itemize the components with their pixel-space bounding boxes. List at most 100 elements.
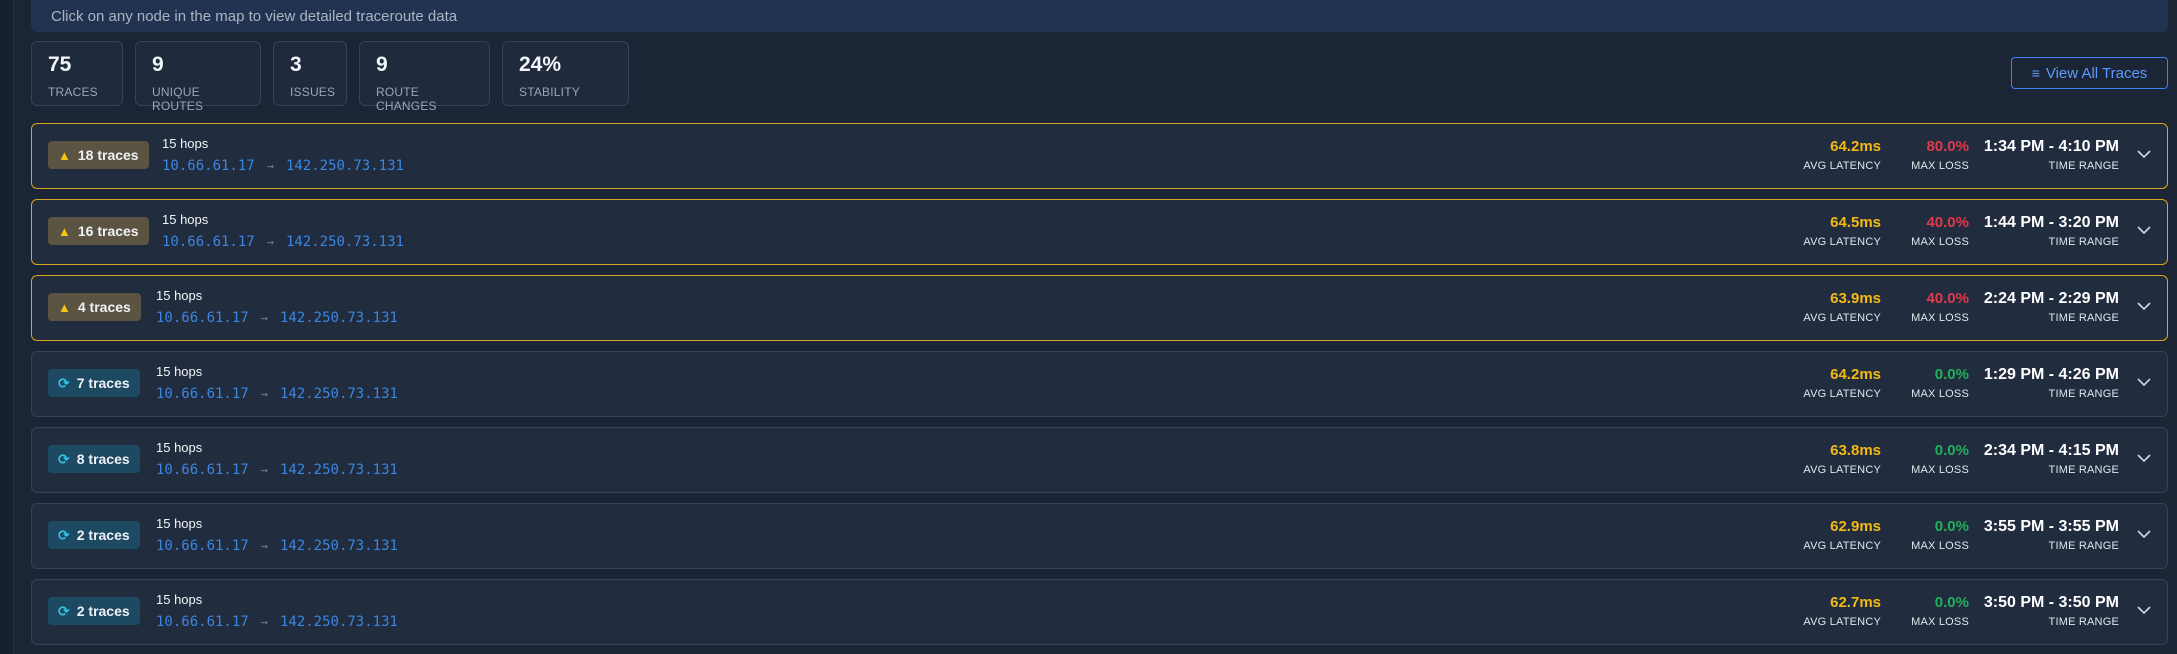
trace-count: 18 traces xyxy=(77,147,139,163)
stat-route-changes: 9 ROUTE CHANGES xyxy=(359,41,490,113)
chevron-down-icon[interactable] xyxy=(2137,222,2151,240)
avg-latency: 62.7ms AVG LATENCY xyxy=(1803,594,1881,628)
info-banner: Click on any node in the map to view det… xyxy=(31,0,2168,32)
trace-count-badge: ▲ 18 traces xyxy=(48,141,149,169)
stat-value: 75 xyxy=(48,53,72,76)
avg-latency: 63.8ms AVG LATENCY xyxy=(1803,442,1881,476)
latency-label: AVG LATENCY xyxy=(1803,540,1881,552)
hop-count: 15 hops xyxy=(156,592,203,607)
trace-count-badge: ⟳ 7 traces xyxy=(48,369,140,397)
time-range-value: 1:29 PM - 4:26 PM xyxy=(1983,366,2119,383)
hop-count: 15 hops xyxy=(156,440,203,455)
time-range-label: TIME RANGE xyxy=(2048,160,2119,172)
arrow-right-icon: → xyxy=(260,463,268,477)
latency-label: AVG LATENCY xyxy=(1803,388,1881,400)
trace-count-badge: ⟳ 8 traces xyxy=(48,445,140,473)
max-loss: 0.0% MAX LOSS xyxy=(1911,518,1969,552)
latency-label: AVG LATENCY xyxy=(1803,464,1881,476)
arrow-right-icon: → xyxy=(260,539,268,553)
avg-latency: 64.2ms AVG LATENCY xyxy=(1803,366,1881,400)
route-row[interactable]: ⟳ 8 traces 15 hops 10.66.61.17 → 142.250.73.1… xyxy=(31,427,2168,493)
chevron-down-icon[interactable] xyxy=(2137,450,2151,468)
latency-label: AVG LATENCY xyxy=(1803,236,1881,248)
warning-icon: ▲ xyxy=(58,147,71,163)
destination-ip: 142.250.73.131 xyxy=(279,310,398,326)
source-ip: 10.66.61.17 xyxy=(156,614,249,630)
max-loss: 0.0% MAX LOSS xyxy=(1911,366,1969,400)
max-loss: 0.0% MAX LOSS xyxy=(1911,442,1969,476)
destination-ip: 142.250.73.131 xyxy=(279,538,398,554)
route-row[interactable]: ▲ 4 traces 15 hops 10.66.61.17 → 142.250.73.1… xyxy=(31,275,2168,341)
avg-latency: 62.9ms AVG LATENCY xyxy=(1803,518,1881,552)
refresh-icon: ⟳ xyxy=(58,526,70,543)
time-range-label: TIME RANGE xyxy=(2048,236,2119,248)
time-range-value: 2:34 PM - 4:15 PM xyxy=(1983,442,2119,459)
time-range-label: TIME RANGE xyxy=(2048,540,2119,552)
time-range-value: 3:55 PM - 3:55 PM xyxy=(1983,518,2119,535)
loss-value: 0.0% xyxy=(1934,518,1969,535)
latency-label: AVG LATENCY xyxy=(1803,616,1881,628)
route-path: 10.66.61.17 → 142.250.73.131 xyxy=(156,614,398,630)
destination-ip: 142.250.73.131 xyxy=(279,462,398,478)
trace-count: 4 traces xyxy=(77,299,131,315)
stat-label: STABILITY xyxy=(519,85,580,99)
banner-text: Click on any node in the map to view det… xyxy=(51,7,458,25)
route-path: 10.66.61.17 → 142.250.73.131 xyxy=(156,310,398,326)
arrow-right-icon: → xyxy=(260,387,268,401)
chevron-down-icon[interactable] xyxy=(2137,298,2151,316)
source-ip: 10.66.61.17 xyxy=(156,386,249,402)
view-all-traces-button[interactable]: ≡ View All Traces xyxy=(2011,57,2168,89)
max-loss: 80.0% MAX LOSS xyxy=(1911,138,1969,172)
route-row[interactable]: ▲ 16 traces 15 hops 10.66.61.17 → 142.250.73.… xyxy=(31,199,2168,265)
loss-label: MAX LOSS xyxy=(1911,312,1969,324)
warning-icon: ▲ xyxy=(58,223,71,239)
time-range: 1:29 PM - 4:26 PM TIME RANGE xyxy=(1984,366,2119,400)
arrow-right-icon: → xyxy=(260,311,268,325)
route-path: 10.66.61.17 → 142.250.73.131 xyxy=(156,386,398,402)
destination-ip: 142.250.73.131 xyxy=(279,386,398,402)
list-icon: ≡ xyxy=(2031,65,2040,81)
loss-value: 0.0% xyxy=(1934,366,1969,383)
route-row[interactable]: ⟳ 2 traces 15 hops 10.66.61.17 → 142.250.73.1… xyxy=(31,503,2168,569)
max-loss: 0.0% MAX LOSS xyxy=(1911,594,1969,628)
stat-value: 9 xyxy=(376,53,388,76)
chevron-down-icon[interactable] xyxy=(2137,526,2151,544)
route-row[interactable]: ▲ 18 traces 15 hops 10.66.61.17 → 142.250.73.… xyxy=(31,123,2168,189)
trace-count: 7 traces xyxy=(76,375,130,391)
destination-ip: 142.250.73.131 xyxy=(285,158,404,174)
max-loss: 40.0% MAX LOSS xyxy=(1911,290,1969,324)
source-ip: 10.66.61.17 xyxy=(162,158,255,174)
route-row[interactable]: ⟳ 7 traces 15 hops 10.66.61.17 → 142.250.73.1… xyxy=(31,351,2168,417)
route-path: 10.66.61.17 → 142.250.73.131 xyxy=(156,538,398,554)
loss-value: 0.0% xyxy=(1934,594,1969,611)
source-ip: 10.66.61.17 xyxy=(156,310,249,326)
loss-value: 40.0% xyxy=(1926,214,1969,231)
arrow-right-icon: → xyxy=(266,159,274,173)
chevron-down-icon[interactable] xyxy=(2137,602,2151,620)
warning-icon: ▲ xyxy=(58,299,71,315)
chevron-down-icon[interactable] xyxy=(2137,146,2151,164)
avg-latency: 63.9ms AVG LATENCY xyxy=(1803,290,1881,324)
refresh-icon: ⟳ xyxy=(58,602,70,619)
avg-latency: 64.2ms AVG LATENCY xyxy=(1803,138,1881,172)
hop-count: 15 hops xyxy=(156,364,203,379)
time-range-label: TIME RANGE xyxy=(2048,312,2119,324)
latency-label: AVG LATENCY xyxy=(1803,312,1881,324)
time-range: 1:44 PM - 3:20 PM TIME RANGE xyxy=(1984,214,2119,248)
route-row[interactable]: ⟳ 2 traces 15 hops 10.66.61.17 → 142.250.73.1… xyxy=(31,579,2168,645)
destination-ip: 142.250.73.131 xyxy=(279,614,398,630)
hop-count: 15 hops xyxy=(156,288,203,303)
stat-issues: 3 ISSUES xyxy=(273,41,347,106)
time-range-value: 1:34 PM - 4:10 PM xyxy=(1983,138,2119,155)
latency-value: 64.2ms xyxy=(1830,138,1881,155)
time-range-value: 2:24 PM - 2:29 PM xyxy=(1983,290,2119,307)
loss-label: MAX LOSS xyxy=(1911,160,1969,172)
chevron-down-icon[interactable] xyxy=(2137,374,2151,392)
latency-value: 62.7ms xyxy=(1830,594,1881,611)
source-ip: 10.66.61.17 xyxy=(156,538,249,554)
loss-label: MAX LOSS xyxy=(1911,388,1969,400)
loss-label: MAX LOSS xyxy=(1911,540,1969,552)
stat-label: TRACES xyxy=(48,85,98,99)
loss-value: 0.0% xyxy=(1934,442,1969,459)
source-ip: 10.66.61.17 xyxy=(156,462,249,478)
